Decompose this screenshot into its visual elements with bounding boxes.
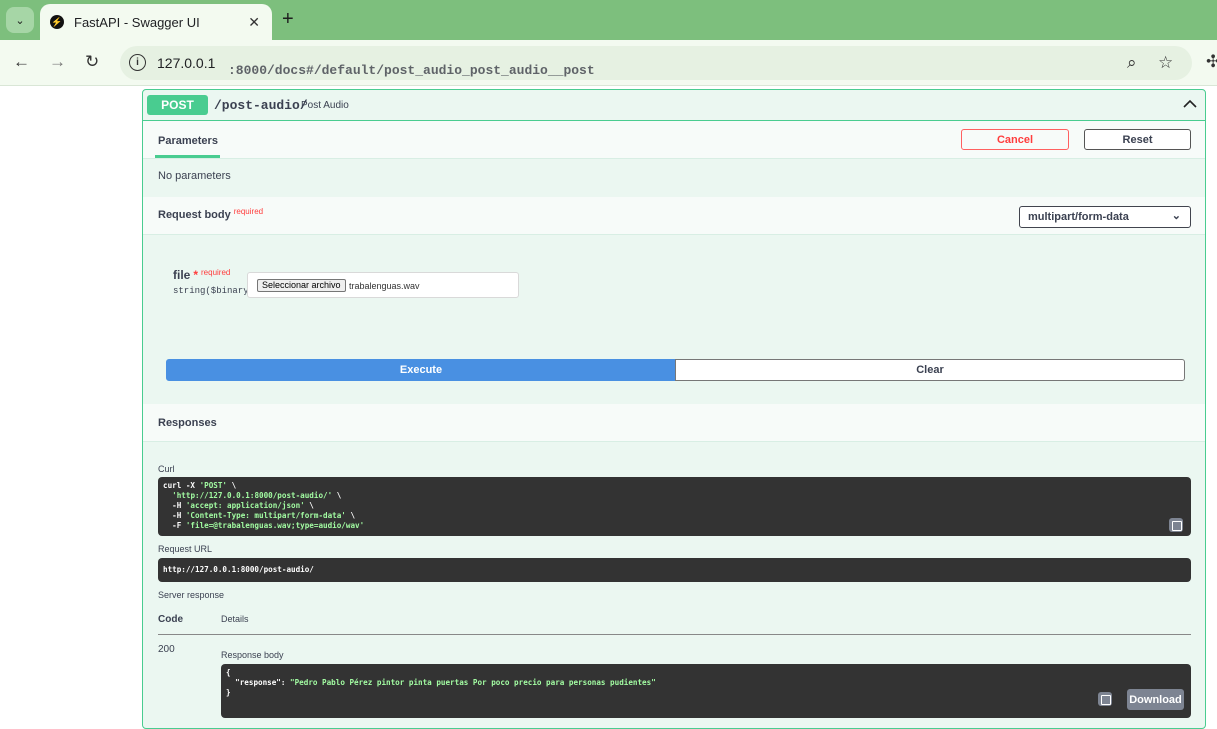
file-field-label: file * required <box>173 268 231 282</box>
browser-tab-strip: ⌄ ⚡ FastAPI - Swagger UI ✕ + <box>0 0 1217 40</box>
request-body-header: Request body required multipart/form-data… <box>143 197 1205 235</box>
operation-block: POST /post-audio/ Post Audio Parameters … <box>142 89 1206 729</box>
operation-path: /post-audio/ <box>214 98 308 113</box>
operation-summary[interactable]: POST /post-audio/ Post Audio <box>143 90 1205 121</box>
url-text[interactable]: 127.0.0.1:8000/docs#/default/post_audio_… <box>157 55 595 78</box>
details-column-header: Details <box>221 614 249 624</box>
response-body-label: Response body <box>221 650 284 660</box>
responses-title: Responses <box>158 417 217 429</box>
responses-header: Responses <box>143 404 1205 442</box>
chevron-down-icon: ⌄ <box>1171 210 1181 222</box>
curl-line: 'http://127.0.0.1:8000/post-audio/' \ <box>172 491 342 500</box>
curl-line: curl -X 'POST' \ <box>163 481 237 490</box>
response-status-code: 200 <box>158 644 175 655</box>
execute-button[interactable]: Execute <box>166 359 676 381</box>
tab-active-indicator <box>155 155 220 158</box>
request-url-label: Request URL <box>158 544 213 554</box>
cancel-button[interactable]: Cancel <box>961 129 1069 150</box>
fastapi-favicon-icon: ⚡ <box>50 15 64 29</box>
choose-file-button[interactable]: Seleccionar archivo <box>257 279 346 292</box>
content-type-select[interactable]: multipart/form-data ⌄ <box>1019 206 1191 228</box>
reload-icon[interactable]: ↻ <box>85 52 99 72</box>
download-button[interactable]: Download <box>1127 689 1184 710</box>
response-body-block[interactable]: { "response": "Pedro Pablo Pérez pintor … <box>221 664 1191 718</box>
request-body-title: Request body required <box>158 207 264 221</box>
code-column-header: Code <box>158 614 183 625</box>
tab-close-icon[interactable]: ✕ <box>248 14 260 31</box>
request-url-block[interactable]: http://127.0.0.1:8000/post-audio/ <box>158 558 1191 582</box>
file-field-type: string($binary) <box>173 286 255 296</box>
forward-arrow-icon[interactable]: → <box>49 52 66 72</box>
site-info-icon[interactable]: i <box>129 54 146 71</box>
extensions-puzzle-icon[interactable]: ✣ <box>1206 52 1217 72</box>
curl-line: -H 'accept: application/json' \ <box>163 501 314 510</box>
chevron-up-icon[interactable] <box>1182 96 1198 112</box>
copy-response-icon[interactable] <box>1098 692 1112 706</box>
reset-button[interactable]: Reset <box>1084 129 1191 150</box>
copy-icon[interactable] <box>1169 518 1183 532</box>
curl-line: -H 'Content-Type: multipart/form-data' \ <box>163 511 356 520</box>
required-marker: required <box>233 207 264 216</box>
selected-file-name: trabalenguas.wav <box>349 281 420 291</box>
back-arrow-icon[interactable]: ← <box>13 52 30 72</box>
tab-parameters[interactable]: Parameters <box>158 135 218 147</box>
server-response-label: Server response <box>158 590 225 600</box>
parameters-header: Parameters Cancel Reset <box>143 121 1205 159</box>
method-badge: POST <box>147 95 208 115</box>
tab-search-chevron-icon[interactable]: ⌄ <box>6 7 34 33</box>
operation-description: Post Audio <box>301 100 349 111</box>
file-input[interactable]: Seleccionar archivo trabalenguas.wav <box>247 272 519 298</box>
bookmark-star-icon[interactable]: ☆ <box>1158 53 1173 73</box>
tab-title: FastAPI - Swagger UI <box>74 14 200 30</box>
new-tab-plus-icon[interactable]: + <box>282 8 294 30</box>
browser-tab[interactable]: ⚡ FastAPI - Swagger UI ✕ <box>40 4 272 40</box>
curl-label: Curl <box>158 464 175 474</box>
clear-button[interactable]: Clear <box>675 359 1185 381</box>
curl-line: -F 'file=@trabalenguas.wav;type=audio/wa… <box>163 521 365 530</box>
browser-toolbar: ← → ↻ i 127.0.0.1:8000/docs#/default/pos… <box>0 40 1217 86</box>
divider <box>158 634 1191 635</box>
zoom-magnifier-icon[interactable]: ⌕ <box>1127 53 1137 73</box>
curl-code-block[interactable]: curl -X 'POST' \ 'http://127.0.0.1:8000/… <box>158 477 1191 536</box>
address-bar[interactable]: i 127.0.0.1:8000/docs#/default/post_audi… <box>120 46 1192 80</box>
no-parameters-text: No parameters <box>158 170 231 182</box>
